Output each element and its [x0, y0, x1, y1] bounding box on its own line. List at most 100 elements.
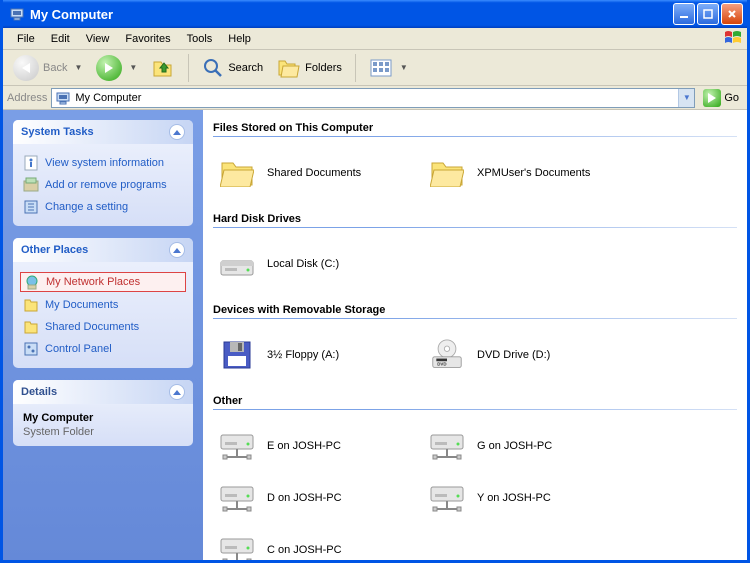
- forward-button[interactable]: ▼: [90, 51, 143, 85]
- group-other-heading: Other: [213, 389, 737, 412]
- task-control-panel[interactable]: Control Panel: [23, 338, 183, 360]
- folder-icon: [430, 159, 464, 187]
- item-network-drive-y[interactable]: Y on JOSH-PC: [423, 472, 633, 524]
- item-user-documents[interactable]: XPMUser's Documents: [423, 147, 633, 199]
- up-button[interactable]: [145, 52, 181, 84]
- info-icon: [23, 155, 39, 171]
- task-view-system-info[interactable]: View system information: [23, 152, 183, 174]
- item-label: DVD Drive (D:): [477, 349, 550, 361]
- views-button[interactable]: ▼: [363, 54, 414, 82]
- window-title-wrap: My Computer: [7, 6, 671, 22]
- group-hdd-heading: Hard Disk Drives: [213, 207, 737, 230]
- network-drive-icon: [219, 481, 255, 515]
- details-name: My Computer: [23, 412, 183, 424]
- toolbar: Back ▼ ▼ Search Folders ▼: [3, 50, 747, 86]
- menu-tools[interactable]: Tools: [179, 30, 221, 48]
- item-label: D on JOSH-PC: [267, 492, 342, 504]
- back-icon: [13, 55, 39, 81]
- chevron-down-icon: ▼: [74, 63, 82, 72]
- go-button[interactable]: Go: [699, 87, 743, 109]
- group-files-heading: Files Stored on This Computer: [213, 116, 737, 139]
- item-local-disk-c[interactable]: Local Disk (C:): [213, 238, 423, 290]
- task-label: My Documents: [45, 299, 118, 311]
- folders-button[interactable]: Folders: [271, 53, 348, 83]
- network-places-icon: [24, 274, 40, 290]
- task-change-setting[interactable]: Change a setting: [23, 196, 183, 218]
- item-label: G on JOSH-PC: [477, 440, 552, 452]
- panel-head-system-tasks[interactable]: System Tasks: [13, 120, 193, 144]
- task-label: Add or remove programs: [45, 179, 167, 191]
- titlebar: My Computer: [3, 0, 747, 28]
- main-area: System Tasks View system information Add…: [3, 110, 747, 560]
- item-network-drive-g[interactable]: G on JOSH-PC: [423, 420, 633, 472]
- collapse-icon: [169, 124, 185, 140]
- item-label: C on JOSH-PC: [267, 544, 342, 556]
- panel-other-places: Other Places My Network Places My Docume…: [13, 238, 193, 368]
- floppy-icon: [222, 340, 252, 370]
- address-label: Address: [7, 92, 47, 104]
- my-computer-icon: [9, 6, 25, 22]
- back-label: Back: [43, 62, 67, 74]
- item-network-drive-e[interactable]: E on JOSH-PC: [213, 420, 423, 472]
- task-label: My Network Places: [46, 276, 140, 288]
- maximize-button[interactable]: [697, 3, 719, 25]
- dvd-drive-icon: DVD: [431, 339, 463, 371]
- item-label: Local Disk (C:): [267, 258, 339, 270]
- task-label: Change a setting: [45, 201, 128, 213]
- item-label: Shared Documents: [267, 167, 361, 179]
- item-label: E on JOSH-PC: [267, 440, 341, 452]
- item-label: XPMUser's Documents: [477, 167, 590, 179]
- control-panel-icon: [23, 341, 39, 357]
- separator: [355, 54, 356, 82]
- task-label: Control Panel: [45, 343, 112, 355]
- search-label: Search: [228, 62, 263, 74]
- address-dropdown-button[interactable]: ▼: [678, 89, 694, 107]
- menu-view[interactable]: View: [78, 30, 118, 48]
- task-shared-documents[interactable]: Shared Documents: [23, 316, 183, 338]
- panel-details: Details My Computer System Folder: [13, 380, 193, 446]
- panel-system-tasks: System Tasks View system information Add…: [13, 120, 193, 226]
- task-add-remove-programs[interactable]: Add or remove programs: [23, 174, 183, 196]
- panel-title: System Tasks: [21, 126, 94, 138]
- task-my-network-places[interactable]: My Network Places: [20, 272, 186, 292]
- network-drive-icon: [219, 429, 255, 463]
- chevron-down-icon: ▼: [400, 63, 408, 72]
- svg-text:DVD: DVD: [437, 362, 447, 367]
- address-bar: Address My Computer ▼ Go: [3, 86, 747, 110]
- go-icon: [703, 89, 721, 107]
- menu-file[interactable]: File: [9, 30, 43, 48]
- panel-head-details[interactable]: Details: [13, 380, 193, 404]
- window-title: My Computer: [30, 7, 113, 22]
- task-my-documents[interactable]: My Documents: [23, 294, 183, 316]
- folder-icon: [23, 319, 39, 335]
- item-dvd-d[interactable]: DVD DVD Drive (D:): [423, 329, 633, 381]
- search-icon: [202, 57, 224, 79]
- close-button[interactable]: [721, 3, 743, 25]
- settings-icon: [23, 199, 39, 215]
- chevron-down-icon: ▼: [129, 63, 137, 72]
- item-label: Y on JOSH-PC: [477, 492, 551, 504]
- menu-edit[interactable]: Edit: [43, 30, 78, 48]
- separator: [188, 54, 189, 82]
- folder-icon: [220, 159, 254, 187]
- minimize-button[interactable]: [673, 3, 695, 25]
- content-pane[interactable]: Files Stored on This Computer Shared Doc…: [203, 110, 747, 560]
- panel-head-other-places[interactable]: Other Places: [13, 238, 193, 262]
- group-removable-heading: Devices with Removable Storage: [213, 298, 737, 321]
- item-network-drive-c[interactable]: C on JOSH-PC: [213, 524, 423, 560]
- address-field[interactable]: My Computer ▼: [51, 88, 695, 108]
- network-drive-icon: [219, 533, 255, 560]
- panel-title: Other Places: [21, 244, 88, 256]
- item-network-drive-d[interactable]: D on JOSH-PC: [213, 472, 423, 524]
- item-shared-documents[interactable]: Shared Documents: [213, 147, 423, 199]
- menu-help[interactable]: Help: [220, 30, 259, 48]
- forward-icon: [96, 55, 122, 81]
- item-floppy-a[interactable]: 3½ Floppy (A:): [213, 329, 423, 381]
- back-button[interactable]: Back ▼: [7, 51, 88, 85]
- network-drive-icon: [429, 481, 465, 515]
- task-label: View system information: [45, 157, 164, 169]
- up-folder-icon: [151, 56, 175, 80]
- menu-favorites[interactable]: Favorites: [117, 30, 178, 48]
- search-button[interactable]: Search: [196, 53, 269, 83]
- collapse-icon: [169, 242, 185, 258]
